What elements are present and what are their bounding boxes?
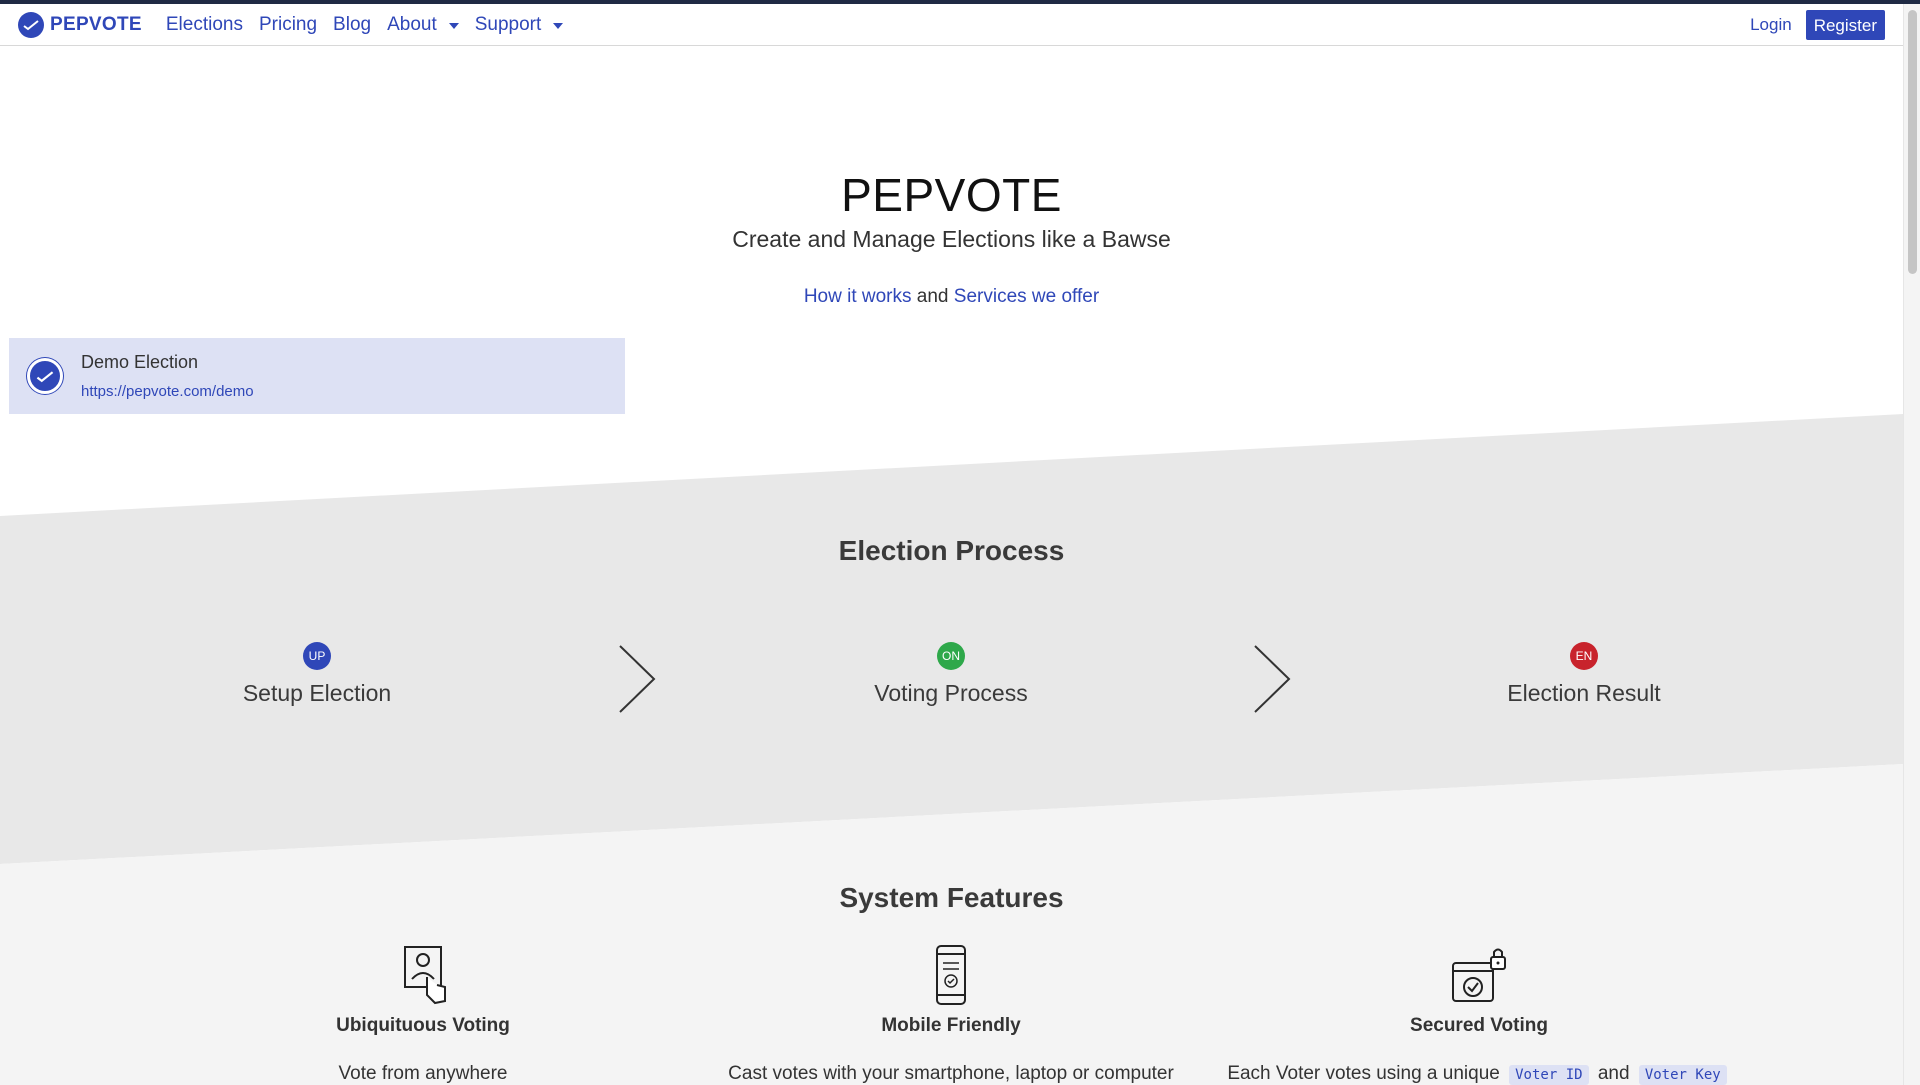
hero-links: How it works and Services we offer <box>0 286 1903 308</box>
secure-ballot-icon <box>1452 948 1506 1002</box>
feature-title: Ubiquituous Voting <box>336 1015 510 1036</box>
step-election-result: EN Election Result <box>1434 642 1734 707</box>
nav-item-elections[interactable]: Elections <box>158 14 251 36</box>
register-button[interactable]: Register <box>1805 9 1885 40</box>
feature-description: Each Voter votes using a unique Voter ID… <box>1219 1063 1739 1085</box>
step-label: Setup Election <box>242 680 392 706</box>
brand-home-link[interactable]: PEPVOTE <box>18 11 142 38</box>
nav-label: Pricing <box>258 13 318 35</box>
hero-subtitle: Create and Manage Elections like a Bawse <box>732 226 1171 252</box>
feature-mobile-friendly: Mobile Friendly Cast votes with your sma… <box>691 945 1211 1085</box>
caret-down-icon <box>553 22 564 29</box>
nav-item-pricing[interactable]: Pricing <box>251 14 325 36</box>
and-text: and <box>1597 1063 1630 1084</box>
page: PEPVOTE Elections Pricing Blog About Sup… <box>0 0 1920 1085</box>
and-text: and <box>916 286 949 307</box>
nav-item-support-dropdown[interactable]: Support <box>467 14 572 36</box>
voter-id-chip: Voter ID <box>1509 1065 1589 1085</box>
page-scrollbar[interactable] <box>1903 4 1920 1085</box>
step-voting-process: ON Voting Process <box>801 642 1101 707</box>
nav-label: Support <box>474 13 542 35</box>
caret-down-icon <box>448 22 459 29</box>
chevron-right-icon <box>1254 645 1291 713</box>
demo-election-url[interactable]: https://pepvote.com/demo <box>81 383 254 400</box>
step-badge-on: ON <box>937 642 965 670</box>
navbar: PEPVOTE Elections Pricing Blog About Sup… <box>0 4 1903 46</box>
feature-desc-prefix: Each Voter votes using a unique <box>1227 1063 1500 1084</box>
election-process-heading: Election Process <box>838 535 1065 566</box>
demo-election-title: Demo Election <box>81 352 199 372</box>
nav-label: Blog <box>333 13 372 35</box>
how-it-works-link[interactable]: How it works <box>804 286 912 307</box>
smartphone-icon <box>936 945 966 1005</box>
step-label: Election Result <box>1507 680 1661 706</box>
nav-links: Elections Pricing Blog About Support <box>158 14 571 36</box>
step-setup-election: UP Setup Election <box>167 642 467 707</box>
system-features-heading: System Features <box>839 882 1064 913</box>
hero-title: PEPVOTE <box>841 169 1062 221</box>
login-link[interactable]: Login <box>1750 15 1792 35</box>
voter-key-chip: Voter Key <box>1638 1065 1727 1085</box>
touch-voter-icon <box>404 946 446 1005</box>
chevron-right-icon <box>619 645 656 713</box>
feature-title: Secured Voting <box>1410 1015 1548 1036</box>
nav-label: Elections <box>165 13 243 35</box>
scrollbar-thumb[interactable] <box>1908 10 1917 274</box>
services-link[interactable]: Services we offer <box>954 286 1099 307</box>
feature-description: Vote from anywhere <box>338 1063 508 1084</box>
demo-election-text: Demo Election https://pepvote.com/demo <box>81 352 254 400</box>
check-logo-icon <box>18 11 44 38</box>
step-badge-en: EN <box>1570 642 1598 670</box>
nav-item-about-dropdown[interactable]: About <box>379 14 467 36</box>
nav-item-blog[interactable]: Blog <box>325 14 379 36</box>
feature-ubiquitous-voting: Ubiquituous Voting Vote from anywhere <box>163 945 683 1085</box>
feature-secured-voting: Secured Voting Each Voter votes using a … <box>1219 945 1739 1085</box>
feature-description: Cast votes with your smartphone, laptop … <box>728 1063 1174 1084</box>
nav-label: About <box>387 13 437 35</box>
demo-election-card[interactable]: Demo Election https://pepvote.com/demo <box>9 338 625 414</box>
check-logo-icon <box>27 358 63 394</box>
nav-right: Login Register <box>1750 9 1885 40</box>
step-badge-up: UP <box>303 642 331 670</box>
brand-name: PEPVOTE <box>50 13 142 35</box>
feature-title: Mobile Friendly <box>881 1015 1021 1036</box>
step-label: Voting Process <box>874 680 1028 706</box>
